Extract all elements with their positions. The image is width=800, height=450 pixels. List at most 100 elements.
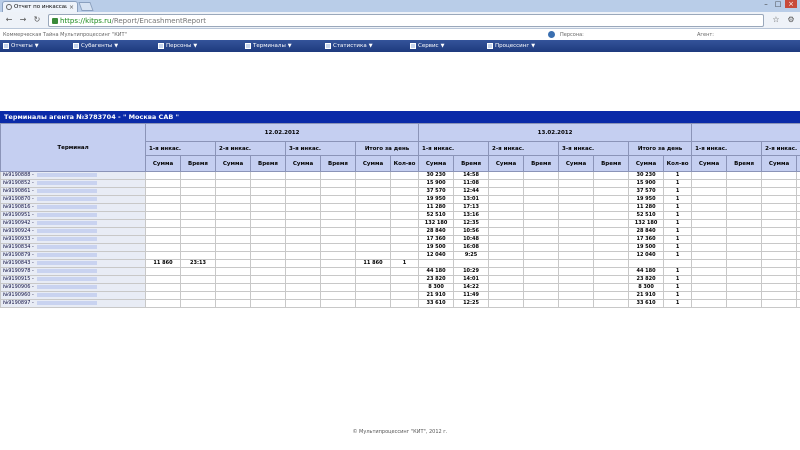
- terminal-cell[interactable]: №9190915 -: [0, 275, 146, 284]
- chevron-down-icon: ▼: [287, 43, 292, 49]
- collection-group-header: Итого за день: [354, 141, 420, 156]
- empty-cell: [488, 187, 525, 196]
- sum-cell: [145, 187, 181, 196]
- terminal-cell[interactable]: №9190843 -: [0, 259, 146, 268]
- empty-cell: [593, 179, 630, 188]
- count-column-header: Кол-во: [663, 155, 693, 172]
- menu-service[interactable]: Сервис ▼: [410, 41, 444, 51]
- menu-reports[interactable]: Отчеты ▼: [3, 41, 39, 51]
- sum-cell: 19 950: [418, 195, 455, 204]
- terminal-id: №9190933 -: [3, 236, 34, 243]
- empty-cell: [796, 211, 800, 220]
- empty-cell: [215, 179, 251, 188]
- empty-cell: [523, 211, 560, 220]
- empty-cell: [761, 171, 798, 180]
- terminal-id: №9190888 -: [3, 172, 34, 179]
- terminal-id: №9190978 -: [3, 268, 34, 275]
- empty-cell: [761, 251, 798, 260]
- table-row: №9190897 -33 610 12:25 33 610 1: [0, 299, 800, 308]
- empty-cell: [796, 203, 800, 212]
- terminal-cell[interactable]: №9190834 -: [0, 243, 146, 252]
- terminal-cell[interactable]: №9190978 -: [0, 267, 146, 276]
- terminal-cell[interactable]: №9190870 -: [0, 195, 146, 204]
- terminal-cell[interactable]: №9190942 -: [0, 219, 146, 228]
- empty-cell: [761, 203, 798, 212]
- menu-terminals[interactable]: Терминалы ▼: [245, 41, 292, 51]
- total-sum-cell: [355, 299, 391, 308]
- terminal-cell[interactable]: №9190960 -: [0, 291, 146, 300]
- total-sum-cell: 8 300: [628, 283, 665, 292]
- terminal-cell[interactable]: №9190924 -: [0, 227, 146, 236]
- empty-cell: [285, 299, 321, 308]
- terminal-cell[interactable]: №9190879 -: [0, 251, 146, 260]
- empty-cell: [523, 259, 560, 268]
- terminal-id: №9190942 -: [3, 220, 34, 227]
- terminal-cell[interactable]: №9190897 -: [0, 299, 146, 308]
- total-sum-cell: 19 500: [628, 243, 665, 252]
- time-cell: 12:35: [453, 219, 490, 228]
- forward-arrow-icon[interactable]: →: [17, 14, 29, 26]
- sum-cell: [145, 275, 181, 284]
- total-sum-cell: 19 950: [628, 195, 665, 204]
- tab-close-icon[interactable]: ×: [69, 4, 74, 11]
- bookmark-star-icon[interactable]: ☆: [770, 14, 782, 26]
- time-cell: [180, 251, 216, 260]
- time-cell: [180, 227, 216, 236]
- empty-cell: [523, 299, 560, 308]
- empty-cell: [796, 227, 800, 236]
- sum-cell: 11 860: [145, 259, 181, 268]
- table-row: №9190942 -132 180 12:35 132 180 1: [0, 219, 800, 228]
- minimize-icon[interactable]: –: [760, 0, 772, 8]
- address-bar[interactable]: https://kitps.ru /Report/EncashmentRepor…: [48, 14, 764, 27]
- empty-cell: [726, 179, 763, 188]
- terminal-cell[interactable]: №9190951 -: [0, 211, 146, 220]
- reload-icon[interactable]: ↻: [31, 14, 43, 26]
- back-arrow-icon[interactable]: ←: [3, 14, 15, 26]
- window-close-icon[interactable]: ×: [785, 0, 797, 8]
- empty-cell: [558, 179, 595, 188]
- terminal-cell[interactable]: №9190933 -: [0, 235, 146, 244]
- terminal-cell[interactable]: №9190816 -: [0, 203, 146, 212]
- empty-cell: [593, 195, 630, 204]
- maximize-icon[interactable]: □: [772, 0, 784, 8]
- terminal-cell[interactable]: №9190852 -: [0, 179, 146, 188]
- empty-cell: [320, 259, 356, 268]
- user-info-bar: Коммерческая Тайна Мультипроцессинг "КИТ…: [0, 30, 800, 40]
- empty-cell: [761, 227, 798, 236]
- total-count-cell: 1: [663, 187, 693, 196]
- page-favicon-icon: [6, 4, 12, 10]
- empty-cell: [320, 243, 356, 252]
- time-cell: 11:49: [453, 291, 490, 300]
- browser-tab[interactable]: Отчет по инкассациям авто ×: [2, 1, 78, 12]
- menu-statistics[interactable]: Статистика ▼: [325, 41, 373, 51]
- total-sum-cell: [628, 259, 665, 268]
- time-cell: 10:29: [453, 267, 490, 276]
- lock-icon: [52, 17, 58, 24]
- menu-processing[interactable]: Процессинг ▼: [487, 41, 535, 51]
- sum-cell: 19 500: [418, 243, 455, 252]
- empty-cell: [488, 235, 525, 244]
- sum-cell: 37 570: [418, 187, 455, 196]
- total-count-cell: [389, 179, 420, 188]
- terminal-cell[interactable]: №9190861 -: [0, 187, 146, 196]
- menu-persons[interactable]: Персоны ▼: [158, 41, 197, 51]
- terminal-name-redacted: [36, 284, 97, 289]
- terminal-cell[interactable]: №9190906 -: [0, 283, 146, 292]
- terminal-id: №9190870 -: [3, 196, 34, 203]
- main-menu: Отчеты ▼ Субагенты ▼ Персоны ▼ Терминалы ▼ С…: [0, 40, 800, 52]
- empty-cell: [285, 259, 321, 268]
- wrench-menu-icon[interactable]: ⚙: [785, 14, 797, 26]
- empty-cell: [726, 259, 763, 268]
- terminal-cell[interactable]: №9190888 -: [0, 171, 146, 180]
- table-row: №9190861 -37 570 12:44 37 570 1: [0, 187, 800, 196]
- empty-cell: [285, 291, 321, 300]
- new-tab-button[interactable]: [78, 2, 94, 11]
- empty-cell: [215, 195, 251, 204]
- collection-group-header: 2-я инкас.: [488, 141, 560, 156]
- time-cell: 13:01: [453, 195, 490, 204]
- menu-subagents[interactable]: Субагенты ▼: [73, 41, 118, 51]
- chevron-down-icon: ▼: [531, 43, 536, 49]
- empty-cell: [593, 299, 630, 308]
- empty-cell: [691, 259, 728, 268]
- total-count-cell: [389, 291, 420, 300]
